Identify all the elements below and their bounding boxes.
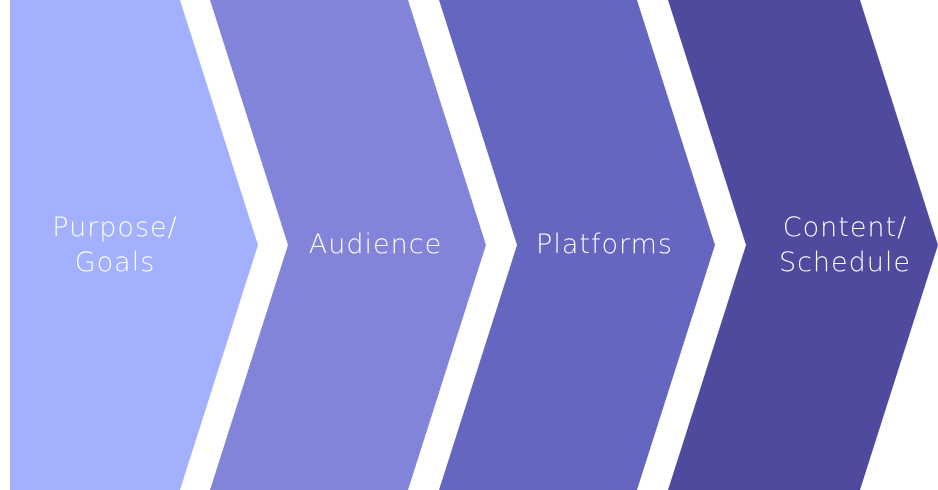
chevron-purpose-goals — [10, 0, 258, 490]
process-flow-diagram: Purpose/ Goals Audience Platforms Conten… — [0, 0, 938, 490]
chevron-shapes — [10, 0, 938, 490]
